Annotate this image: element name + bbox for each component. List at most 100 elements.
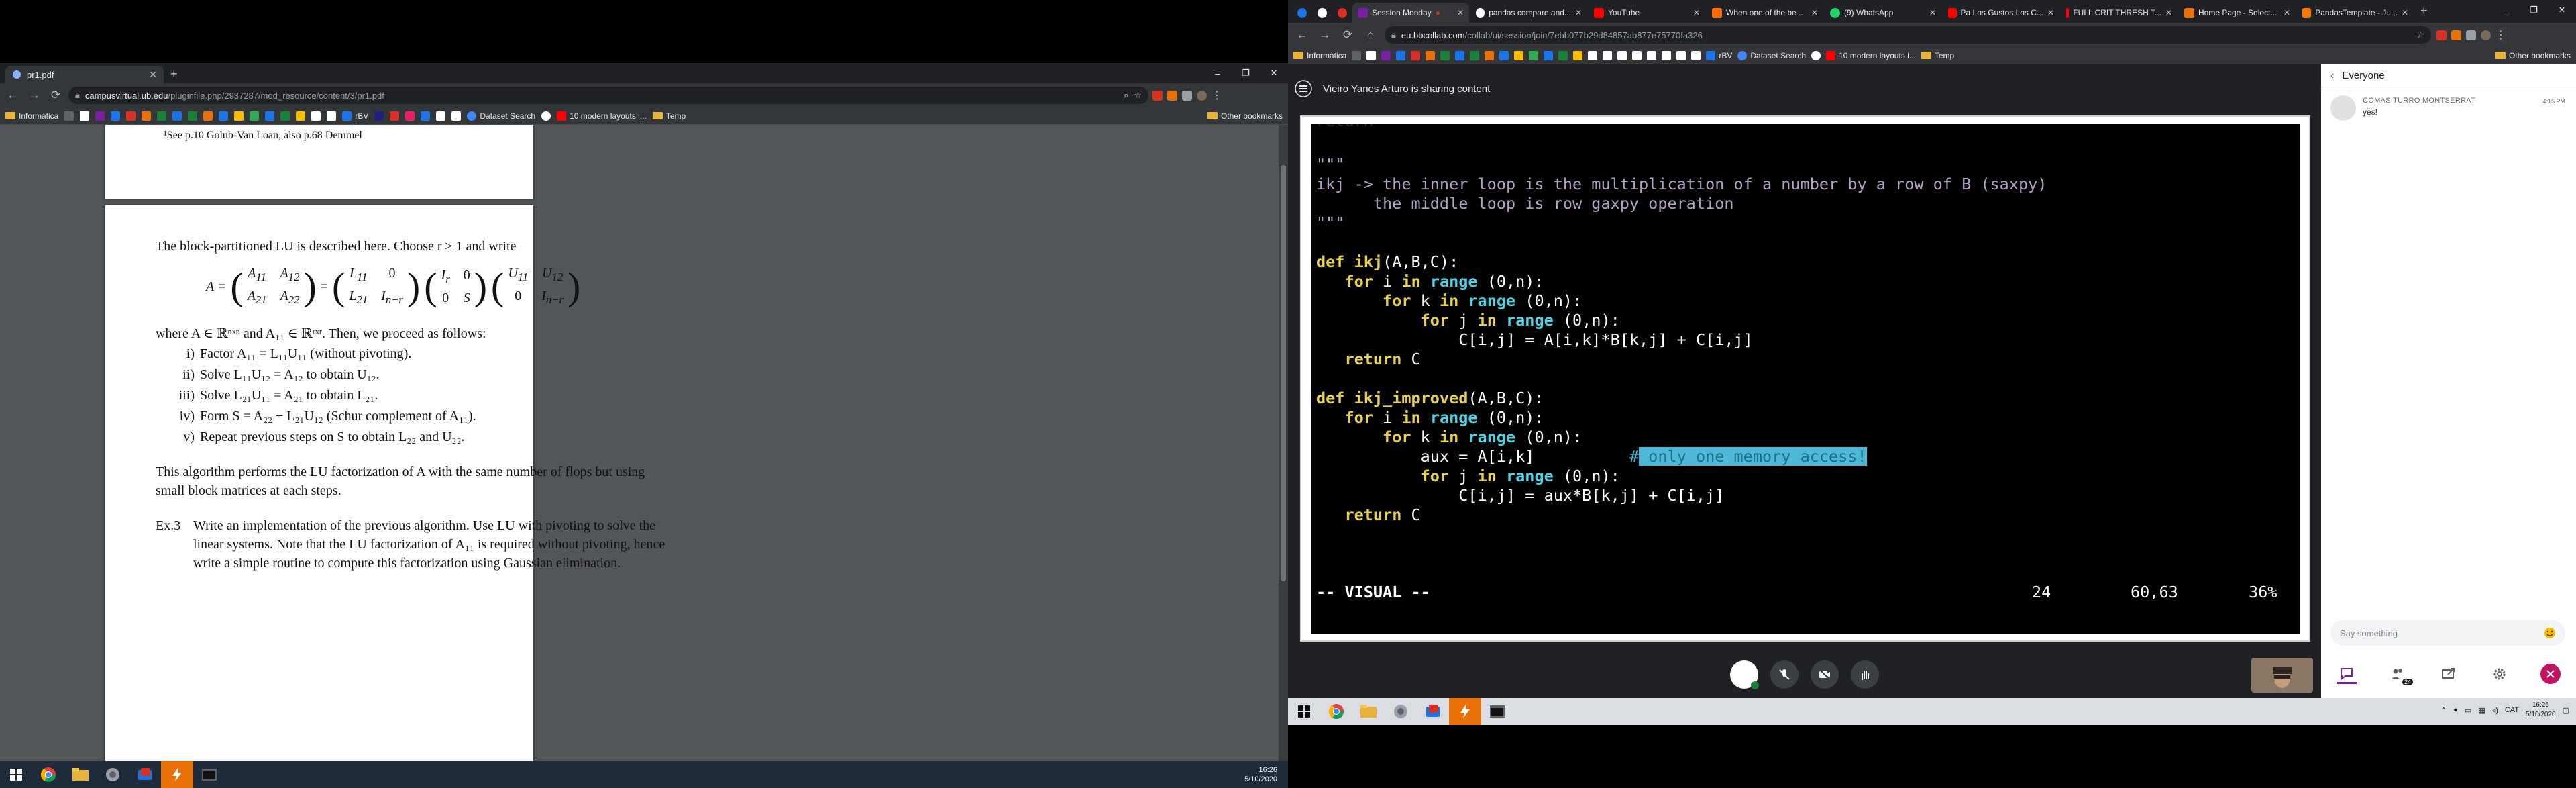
tab[interactable]: pandas compare and... ✕	[1470, 3, 1587, 23]
emoji-icon[interactable]	[2544, 627, 2556, 639]
battery-icon[interactable]: ▭	[2465, 706, 2471, 715]
bookmark-temp[interactable]: Temp	[1921, 51, 1954, 60]
menu-icon[interactable]: ⋮	[2496, 28, 2506, 42]
language-indicator[interactable]: CAT	[2505, 706, 2519, 714]
close-window-button[interactable]: ✕	[1260, 63, 1288, 83]
close-icon[interactable]: ✕	[2165, 8, 2172, 17]
chat-icon[interactable]	[2337, 664, 2357, 684]
scroll-thumb[interactable]	[1281, 165, 1286, 581]
notifications-icon[interactable]: ▢	[2563, 706, 2569, 715]
close-icon[interactable]: ✕	[149, 69, 157, 81]
bookmark-informatica[interactable]: Informàtica	[5, 111, 58, 121]
minimize-button[interactable]: –	[1203, 63, 1232, 83]
app-icon[interactable]	[1449, 698, 1481, 725]
bookmark-modern-layouts[interactable]: 10 modern layouts i...	[557, 111, 647, 121]
tab-pdf[interactable]: pr1.pdf ✕	[5, 66, 164, 83]
tab[interactable]: PandasTemplate - Ju... ✕	[2297, 3, 2414, 23]
scrollbar[interactable]	[1279, 125, 1288, 761]
chat-input[interactable]: Say something	[2330, 620, 2565, 646]
share-content-icon[interactable]	[2438, 664, 2459, 684]
address-bar[interactable]: 🔒︎ eu.bbcollab.com/collab/ui/session/joi…	[1385, 26, 2431, 44]
tab[interactable]: (9) WhatsApp ✕	[1825, 3, 1941, 23]
bookmark-informatica[interactable]: Informàtica	[1293, 51, 1346, 60]
back-button[interactable]: ←	[4, 87, 21, 104]
tab[interactable]: YouTube ✕	[1589, 3, 1705, 23]
windows-start-icon[interactable]	[0, 761, 32, 788]
bookmark-other[interactable]: Other bookmarks	[2495, 51, 2571, 60]
chrome-icon[interactable]	[32, 761, 64, 788]
close-icon[interactable]: ✕	[2047, 8, 2054, 17]
chevron-left-icon[interactable]: ‹	[2330, 70, 2334, 82]
camera-off-icon[interactable]	[1811, 660, 1839, 689]
close-icon[interactable]: ✕	[2402, 8, 2408, 17]
app-icon[interactable]	[1417, 698, 1449, 725]
close-icon[interactable]: ✕	[1457, 8, 1464, 17]
address-bar[interactable]: 🔒︎ campusvirtual.ub.edu/pluginfile.php/2…	[68, 87, 1148, 104]
app-icon[interactable]	[161, 761, 193, 788]
forward-button[interactable]: →	[1316, 26, 1334, 44]
app-icon[interactable]	[129, 761, 161, 788]
pinned-tab[interactable]	[1312, 3, 1332, 23]
bookmark-rbv[interactable]: rBV	[342, 111, 368, 121]
bookmark-dataset-search[interactable]: Dataset Search	[1737, 50, 1806, 60]
star-icon[interactable]: ☆	[2416, 30, 2424, 40]
microphone-icon[interactable]: ●	[2453, 706, 2458, 714]
bookmark-dataset-search[interactable]: Dataset Search	[467, 111, 535, 121]
app-icon[interactable]	[1385, 698, 1417, 725]
close-icon[interactable]: ✕	[1811, 8, 1818, 17]
maximize-button[interactable]: ❐	[2520, 0, 2548, 20]
bookmark-temp[interactable]: Temp	[652, 111, 686, 121]
avatar[interactable]	[1197, 90, 1207, 101]
puzzle-icon[interactable]	[1182, 90, 1192, 101]
clock[interactable]: 16:26 5/10/2020	[2526, 701, 2556, 720]
star-icon[interactable]: ☆	[1134, 90, 1142, 101]
close-icon[interactable]: ✕	[1929, 8, 1936, 17]
pinned-tab[interactable]	[1332, 3, 1352, 23]
raise-hand-icon[interactable]	[1851, 660, 1879, 689]
volume-icon[interactable]: ◃)	[2492, 706, 2498, 715]
windows-start-icon[interactable]	[1288, 698, 1320, 725]
tab[interactable]: When one of the be... ✕	[1707, 3, 1823, 23]
chevron-up-icon[interactable]: ⌃	[2440, 706, 2447, 715]
close-icon[interactable]: ✕	[1693, 8, 1700, 17]
bookmark-rbv[interactable]: rBV	[1706, 50, 1732, 60]
minimize-button[interactable]: –	[2491, 0, 2520, 20]
reload-button[interactable]: ⟳	[1339, 26, 1356, 44]
profile-status-button[interactable]	[1730, 660, 1759, 689]
forward-button[interactable]: →	[25, 87, 43, 104]
maximize-button[interactable]: ❐	[1232, 63, 1260, 83]
avatar[interactable]	[2481, 30, 2491, 40]
microphone-off-icon[interactable]	[1770, 660, 1799, 689]
reload-button[interactable]: ⟳	[47, 87, 64, 104]
new-tab-button[interactable]: +	[2420, 4, 2428, 18]
close-window-button[interactable]: ✕	[2548, 0, 2576, 20]
close-icon[interactable]: ✕	[1575, 8, 1582, 17]
pdf-viewer[interactable]: ¹See p.10 Golub-Van Loan, also p.68 Demm…	[0, 125, 1288, 761]
participants-icon[interactable]: 24	[2387, 664, 2413, 685]
clock[interactable]: 16:26 5/10/2020	[1244, 765, 1277, 784]
tab[interactable]: Pa Los Gustos Los C... ✕	[1943, 3, 2059, 23]
close-panel-icon[interactable]	[2540, 664, 2561, 684]
hamburger-menu-icon[interactable]	[1295, 80, 1312, 97]
menu-icon[interactable]: ⋮	[1212, 89, 1222, 102]
extension-icon[interactable]	[1167, 90, 1177, 101]
tab-session[interactable]: Session Monday ● ✕	[1352, 3, 1469, 23]
settings-gear-icon[interactable]	[2489, 664, 2510, 684]
bookmark-other[interactable]: Other bookmarks	[1207, 111, 1283, 121]
bookmark-modern-layouts[interactable]: 10 modern layouts i...	[1826, 50, 1916, 60]
terminal-icon[interactable]	[193, 761, 225, 788]
home-icon[interactable]: ⌂	[1362, 26, 1379, 44]
chrome-icon[interactable]	[1320, 698, 1352, 725]
terminal-icon[interactable]	[1481, 698, 1513, 725]
tab[interactable]: FULL CRIT THRESH T... ✕	[2061, 3, 2178, 23]
back-button[interactable]: ←	[1293, 26, 1311, 44]
extension-icon[interactable]	[1152, 90, 1163, 101]
close-icon[interactable]: ✕	[2284, 8, 2290, 17]
new-tab-button[interactable]: +	[170, 67, 178, 81]
file-explorer-icon[interactable]	[64, 761, 97, 788]
network-icon[interactable]: ▦	[2478, 706, 2485, 715]
file-explorer-icon[interactable]	[1352, 698, 1385, 725]
pinned-tab[interactable]	[1292, 3, 1312, 23]
tab[interactable]: Home Page - Select... ✕	[2179, 3, 2296, 23]
search-icon[interactable]: ⌕	[1124, 90, 1128, 101]
